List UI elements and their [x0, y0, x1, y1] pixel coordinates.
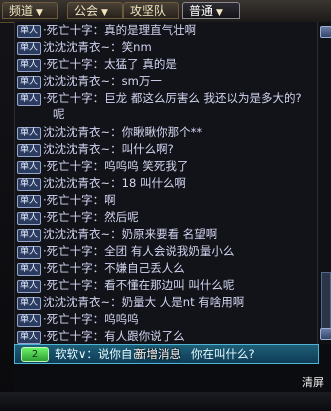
chat-sender[interactable]: 沈沈沈青衣~： — [43, 40, 122, 54]
chat-text: 真的是理直气壮啊 — [104, 23, 197, 37]
chat-text: 看不懂在那边叫 叫什么呢 — [104, 278, 235, 292]
chat-text: 然后呢 — [104, 210, 139, 224]
chat-text: 笑nm — [121, 40, 152, 54]
chat-sender[interactable]: ·死亡十字： — [43, 261, 104, 275]
chat-sender[interactable]: ·死亡十字： — [43, 329, 104, 343]
chat-sender[interactable]: 沈沈沈青衣~： — [43, 176, 122, 190]
chat-text: 巨龙 都这么厉害么 我还以为是多大的? — [104, 91, 302, 105]
chat-message: 单人 沈沈沈青衣~：叫什么啊? — [17, 141, 313, 157]
chat-sender[interactable]: ·死亡十字： — [43, 91, 104, 105]
left-frame — [0, 0, 14, 411]
solo-badge: 单人 — [17, 161, 42, 174]
chat-message: 单人 ·死亡十字：太猛了 真的是 — [17, 56, 313, 72]
chat-sender[interactable]: ·死亡十字： — [43, 159, 104, 173]
tab-label: 普通 — [189, 4, 214, 18]
solo-badge: 单人 — [17, 178, 42, 191]
tab-label: 频道 — [9, 4, 34, 18]
chat-log[interactable]: 单人 ·死亡十字：真的是理直气壮啊 单人 沈沈沈青衣~：笑nm 单人 ·死亡十字：太猛… — [14, 22, 318, 344]
chat-text: 奶原来要看 名望啊 — [121, 227, 218, 241]
solo-badge: 单人 — [17, 263, 42, 276]
chat-message: 单人 沈沈沈青衣~：sm万一 — [17, 73, 313, 89]
chat-text: 不嫌自己丢人么 — [104, 261, 185, 275]
new-message-label[interactable]: 新增消息 — [135, 345, 181, 363]
new-message-tail: 你在叫什么? — [191, 347, 255, 361]
chat-text: 啊 — [104, 193, 116, 207]
chat-sender[interactable]: 沈沈沈青衣~： — [43, 227, 122, 241]
tab-channel[interactable]: 频道 ▼ — [2, 2, 58, 19]
chat-sender[interactable]: 沈沈沈青衣~： — [43, 142, 122, 156]
bottom-strip — [0, 392, 331, 411]
chat-message: 单人 沈沈沈青衣~：你瞅瞅你那个** — [17, 124, 313, 140]
new-message-bar[interactable]: 2 软软∨：说你自己 新增消息 你在叫什么? — [14, 344, 319, 364]
chat-sender[interactable]: ·死亡十字： — [43, 23, 104, 37]
tab-label: 攻坚队 — [130, 4, 167, 18]
solo-badge: 单人 — [17, 42, 42, 55]
solo-badge: 单人 — [17, 331, 42, 344]
chat-sender[interactable]: ·死亡十字： — [43, 210, 104, 224]
tab-guild[interactable]: 公会 ▼ — [67, 2, 123, 19]
solo-badge: 单人 — [17, 144, 42, 157]
chat-text: 太猛了 真的是 — [104, 57, 177, 71]
solo-badge: 单人 — [17, 314, 42, 327]
chat-sender[interactable]: 沈沈沈青衣~： — [43, 125, 122, 139]
chat-message: 单人 ·死亡十字：啊 — [17, 192, 313, 208]
chat-message: 单人 沈沈沈青衣~：18 叫什么啊 — [17, 175, 313, 191]
chat-text: 18 叫什么啊 — [121, 176, 186, 190]
chat-text: 呜呜呜 — [104, 312, 139, 326]
chat-scrollbar[interactable] — [317, 22, 331, 344]
chat-sender[interactable]: ·死亡十字： — [43, 244, 104, 258]
tab-label: 公会 — [74, 4, 99, 18]
channel-tab-bar: 频道 ▼ 公会 ▼ 攻坚队 普通 ▼ — [0, 0, 331, 23]
solo-badge: 单人 — [17, 280, 42, 293]
scroll-thumb[interactable] — [321, 272, 331, 334]
chat-message: 单人 ·死亡十字：不嫌自己丢人么 — [17, 260, 313, 276]
chat-text: 你瞅瞅你那个** — [121, 125, 203, 139]
clear-button[interactable]: 清屏 — [302, 374, 331, 392]
chat-sender[interactable]: ·死亡十字： — [43, 278, 104, 292]
chat-message: 单人 ·死亡十字：真的是理直气壮啊 — [17, 22, 313, 38]
scroll-up-icon[interactable] — [320, 26, 331, 38]
solo-badge: 单人 — [17, 93, 42, 106]
chat-text: sm万一 — [121, 74, 162, 88]
chevron-down-icon: ▼ — [216, 8, 223, 18]
chat-message: 单人 沈沈沈青衣~：奶量大 人是nt 有啥用啊 — [17, 294, 313, 310]
chevron-down-icon: ▼ — [36, 8, 43, 18]
solo-badge: 单人 — [17, 25, 42, 38]
chat-message: 单人 ·死亡十字：呜呜呜 — [17, 311, 313, 327]
chat-text: 呜呜呜 笑死我了 — [104, 159, 189, 173]
solo-badge: 单人 — [17, 59, 42, 72]
chat-message: 单人 ·死亡十字：然后呢 — [17, 209, 313, 225]
solo-badge: 单人 — [17, 76, 42, 89]
chat-text: 全团 有人会说我奶量小么 — [104, 244, 235, 258]
scroll-down-icon[interactable] — [320, 328, 331, 340]
solo-badge: 单人 — [17, 297, 42, 310]
chat-message: 单人 ·死亡十字：巨龙 都这么厉害么 我还以为是多大的? — [17, 90, 313, 106]
tab-raid[interactable]: 攻坚队 — [123, 2, 179, 19]
chat-message: 单人 ·死亡十字：全团 有人会说我奶量小么 — [17, 243, 313, 259]
chat-text: 有人跟你说了么 — [104, 329, 185, 343]
chat-sender[interactable]: ·死亡十字： — [43, 193, 104, 207]
solo-badge: 单人 — [17, 195, 42, 208]
chat-sender[interactable]: ·死亡十字： — [43, 57, 104, 71]
solo-badge: 单人 — [17, 212, 42, 225]
chat-message: 单人 ·死亡十字：看不懂在那边叫 叫什么呢 — [17, 277, 313, 293]
chat-message: 单人 ·死亡十字：呜呜呜 笑死我了 — [17, 158, 313, 174]
solo-badge: 单人 — [17, 127, 42, 140]
new-message-sender: 软软∨：说你自己 — [55, 347, 144, 361]
chat-message: 单人 沈沈沈青衣~：奶原来要看 名望啊 — [17, 226, 313, 242]
chat-text: 奶量大 人是nt 有啥用啊 — [121, 295, 245, 309]
solo-badge: 单人 — [17, 229, 42, 242]
chat-message-continuation: 呢 — [53, 107, 65, 121]
chat-sender[interactable]: ·死亡十字： — [43, 312, 104, 326]
level-badge: 2 — [21, 347, 49, 362]
chat-sender[interactable]: 沈沈沈青衣~： — [43, 295, 122, 309]
chevron-down-icon: ▼ — [101, 8, 108, 18]
solo-badge: 单人 — [17, 246, 42, 259]
chat-text: 叫什么啊? — [121, 142, 174, 156]
tab-normal[interactable]: 普通 ▼ — [182, 2, 240, 19]
chat-message: 单人 ·死亡十字：有人跟你说了么 — [17, 328, 313, 344]
chat-sender[interactable]: 沈沈沈青衣~： — [43, 74, 122, 88]
chat-message: 单人 沈沈沈青衣~：笑nm — [17, 39, 313, 55]
